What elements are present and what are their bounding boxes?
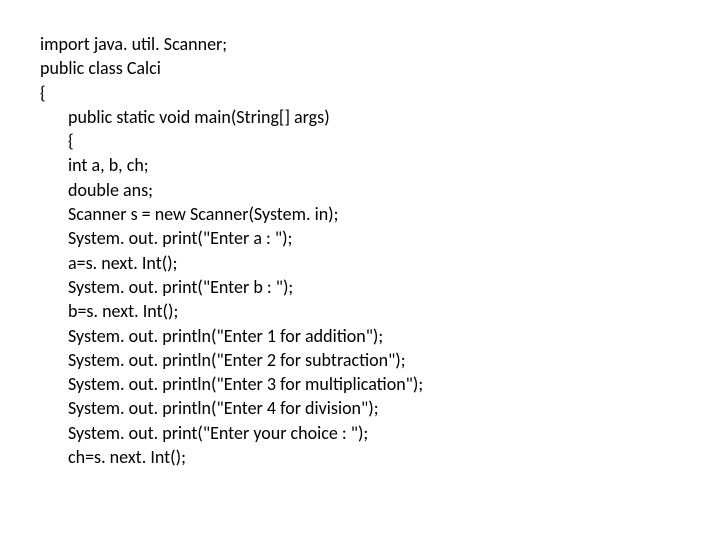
code-line: public static void main(String[] args) [40,105,720,129]
code-line: Scanner s = new Scanner(System. in); [40,202,720,226]
code-line: { [40,81,720,105]
code-line: System. out. print("Enter your choice : … [40,421,720,445]
code-line: System. out. println("Enter 4 for divisi… [40,396,720,420]
code-line: int a, b, ch; [40,153,720,177]
code-block: import java. util. Scanner; public class… [0,0,720,469]
code-line: ch=s. next. Int(); [40,445,720,469]
code-line: System. out. println("Enter 3 for multip… [40,372,720,396]
code-line: { [40,129,720,153]
code-line: System. out. println("Enter 2 for subtra… [40,348,720,372]
code-line: System. out. println("Enter 1 for additi… [40,324,720,348]
code-line: double ans; [40,178,720,202]
code-line: import java. util. Scanner; [40,32,720,56]
code-line: b=s. next. Int(); [40,299,720,323]
code-line: System. out. print("Enter b : "); [40,275,720,299]
code-line: System. out. print("Enter a : "); [40,226,720,250]
code-line: a=s. next. Int(); [40,251,720,275]
code-line: public class Calci [40,56,720,80]
